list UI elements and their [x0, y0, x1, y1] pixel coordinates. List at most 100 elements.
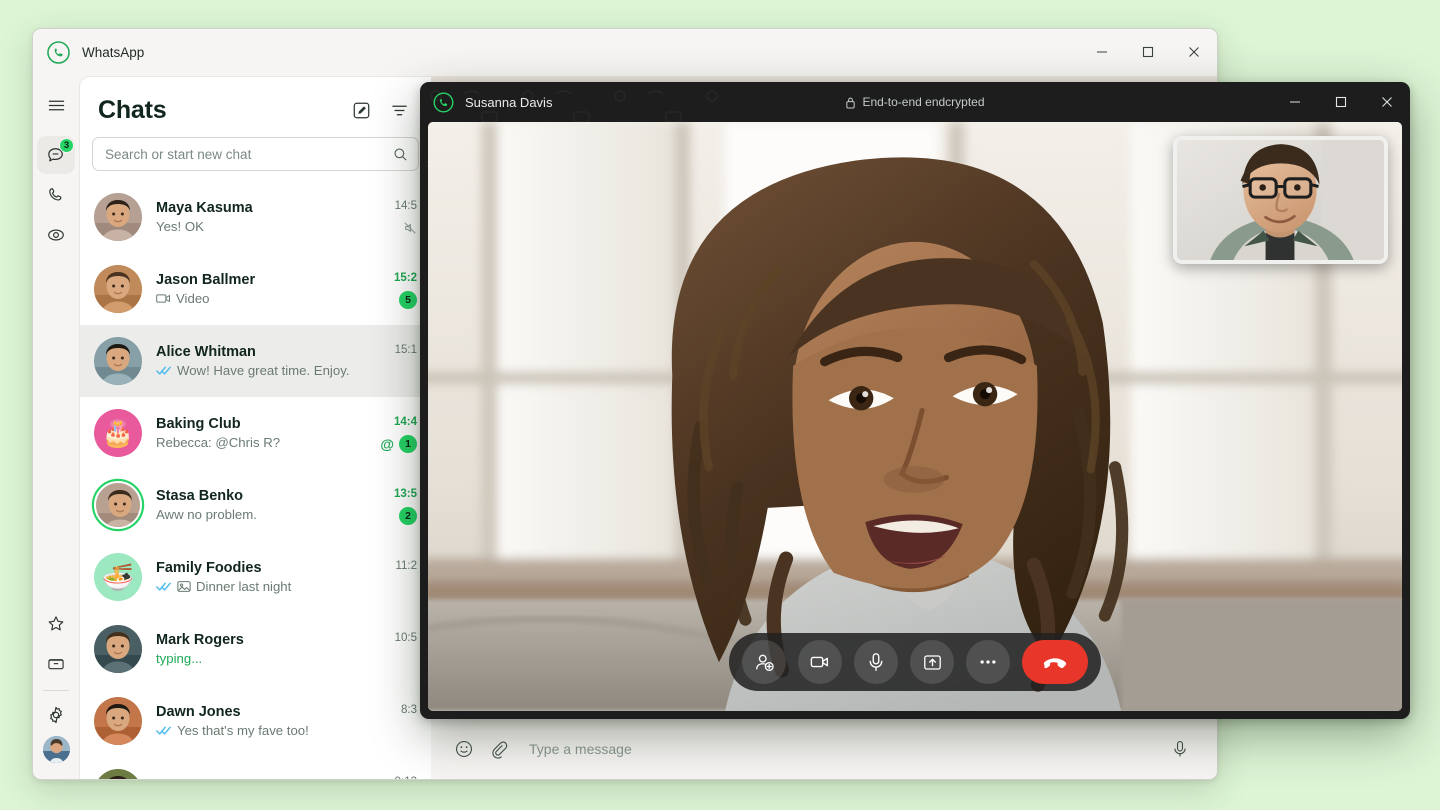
chat-row-meta: 15:1: [359, 342, 417, 381]
main-titlebar: WhatsApp: [33, 29, 1217, 75]
chat-row-content: Alice Whitman Wow! Have great time. Enjo…: [142, 344, 359, 378]
sidebar-item-starred-messages[interactable]: [37, 605, 75, 643]
close-button[interactable]: [1171, 29, 1217, 75]
avatar[interactable]: [94, 697, 142, 745]
chat-timestamp: 15:1: [394, 343, 417, 356]
chat-preview-text: Yes that's my fave too!: [177, 723, 309, 738]
sidebar-item-archived[interactable]: [37, 645, 75, 683]
chat-name: Jason Ballmer: [156, 272, 256, 288]
chat-row-meta: 14:4 @ 1: [359, 414, 417, 453]
toggle-camera-button[interactable]: [798, 640, 842, 684]
chat-list-item[interactable]: 🎂 Baking Club Rebecca: @Chris R? 14:4 @ …: [80, 397, 431, 469]
chat-name: Alice Whitman: [156, 344, 256, 360]
chat-list[interactable]: Maya Kasuma Yes! OK 14:5 Jason Ballmer V…: [80, 181, 431, 779]
chat-row-meta: 13:5 2: [359, 486, 417, 525]
chat-list-item[interactable]: Stasa Benko Aww no problem. 13:5 2: [80, 469, 431, 541]
unread-count-badge: 1: [399, 434, 417, 453]
chat-list-item[interactable]: Maya Kasuma Yes! OK 14:5: [80, 181, 431, 253]
left-navigation-rail: 3: [33, 75, 79, 779]
chat-timestamp: 10:5: [394, 631, 417, 644]
emoji-button[interactable]: [447, 732, 481, 766]
app-title: WhatsApp: [82, 44, 145, 60]
chat-preview-text: Wow! Have great time. Enjoy.: [177, 363, 350, 378]
avatar[interactable]: [94, 481, 142, 529]
mention-icon: @: [380, 435, 394, 452]
hamburger-menu-button[interactable]: [37, 86, 75, 124]
compose-new-chat-button[interactable]: [345, 94, 377, 126]
chat-preview: Dinner last night: [156, 579, 359, 594]
chats-header: Chats: [80, 77, 431, 135]
chat-row-content: Family Foodies Dinner last night: [142, 560, 359, 594]
chat-preview: Aww no problem.: [156, 507, 359, 522]
chat-row-meta: 15:2 5: [359, 270, 417, 309]
avatar[interactable]: [94, 265, 142, 313]
filter-chats-button[interactable]: [383, 94, 415, 126]
maximize-button[interactable]: [1125, 29, 1171, 75]
chat-timestamp: 14:5: [394, 199, 417, 212]
profile-avatar[interactable]: [42, 736, 70, 763]
search-box[interactable]: [92, 137, 419, 171]
chat-name: Stasa Benko: [156, 488, 244, 504]
sidebar-item-settings[interactable]: [37, 696, 75, 734]
chats-list-panel: Chats Search or start new chat Maya Kasu…: [79, 76, 431, 779]
sidebar-item-calls[interactable]: [37, 176, 75, 214]
chat-name: Family Foodies: [156, 560, 262, 576]
chat-timestamp: 13:5: [393, 487, 417, 500]
chat-row-badges: 5: [399, 290, 417, 309]
message-input[interactable]: [515, 740, 1163, 757]
call-maximize-button[interactable]: [1318, 82, 1364, 122]
search-area: [80, 135, 431, 181]
avatar[interactable]: 🎂: [94, 409, 142, 457]
avatar-emoji: 🎂: [94, 409, 142, 457]
toggle-microphone-button[interactable]: [854, 640, 898, 684]
chat-list-item[interactable]: Dawn Jones Yes that's my fave too! 8:3: [80, 685, 431, 757]
more-options-button[interactable]: [966, 640, 1010, 684]
rail-divider: [43, 690, 69, 691]
call-peer-name: Susanna Davis: [465, 94, 553, 110]
encryption-indicator: End-to-end endcrypted: [420, 95, 1410, 109]
avatar[interactable]: 🍜: [94, 553, 142, 601]
avatar-emoji: 🍜: [94, 553, 142, 601]
chat-preview-text: typing...: [156, 651, 203, 666]
chat-row-meta: 14:5: [359, 198, 417, 237]
chat-list-item[interactable]: Jason Ballmer Video 15:2 5: [80, 253, 431, 325]
chat-preview: typing...: [156, 651, 359, 666]
more-options-icon: [980, 660, 996, 664]
sidebar-item-chats[interactable]: 3: [37, 136, 75, 174]
read-receipt-icon: [156, 365, 172, 376]
end-call-button[interactable]: [1022, 640, 1088, 684]
chat-preview-text: Dinner last night: [196, 579, 292, 594]
chat-preview: Yes that's my fave too!: [156, 723, 359, 738]
minimize-button[interactable]: [1079, 29, 1125, 75]
share-screen-button[interactable]: [910, 640, 954, 684]
avatar[interactable]: [94, 625, 142, 673]
chat-row-badges: @ 1: [380, 434, 417, 453]
chat-preview-text: Video: [176, 291, 210, 306]
call-minimize-button[interactable]: [1272, 82, 1318, 122]
chat-row-content: Baking Club Rebecca: @Chris R?: [142, 416, 359, 450]
add-participant-button[interactable]: [742, 640, 786, 684]
chat-list-item[interactable]: Alice Whitman Wow! Have great time. Enjo…: [80, 325, 431, 397]
unread-count-badge: 2: [399, 506, 417, 525]
chat-preview-text: Yes! OK: [156, 219, 204, 234]
chat-list-item[interactable]: Ziggy Woodley 9:13: [80, 757, 431, 779]
share-screen-icon: [923, 654, 941, 670]
chat-list-item[interactable]: 🍜 Family Foodies Dinner last night 11:2: [80, 541, 431, 613]
self-view-video[interactable]: [1173, 136, 1388, 264]
unread-count-badge: 5: [399, 290, 417, 309]
chat-row-badges: 2: [399, 506, 417, 525]
call-close-button[interactable]: [1364, 82, 1410, 122]
chat-row-meta: 11:2: [359, 558, 417, 597]
avatar[interactable]: [94, 337, 142, 385]
avatar[interactable]: [94, 193, 142, 241]
chat-list-item[interactable]: Mark Rogers typing... 10:5: [80, 613, 431, 685]
voice-message-button[interactable]: [1163, 732, 1197, 766]
chats-unread-badge: 3: [59, 138, 74, 153]
attach-file-button[interactable]: [481, 732, 515, 766]
chat-row-content: Jason Ballmer Video: [142, 272, 359, 306]
search-input[interactable]: [105, 146, 393, 162]
avatar[interactable]: [94, 769, 142, 779]
sidebar-item-status[interactable]: [37, 216, 75, 254]
read-receipt-icon: [156, 725, 172, 736]
video-call-window: Susanna Davis End-to-end endcrypted: [420, 82, 1410, 719]
